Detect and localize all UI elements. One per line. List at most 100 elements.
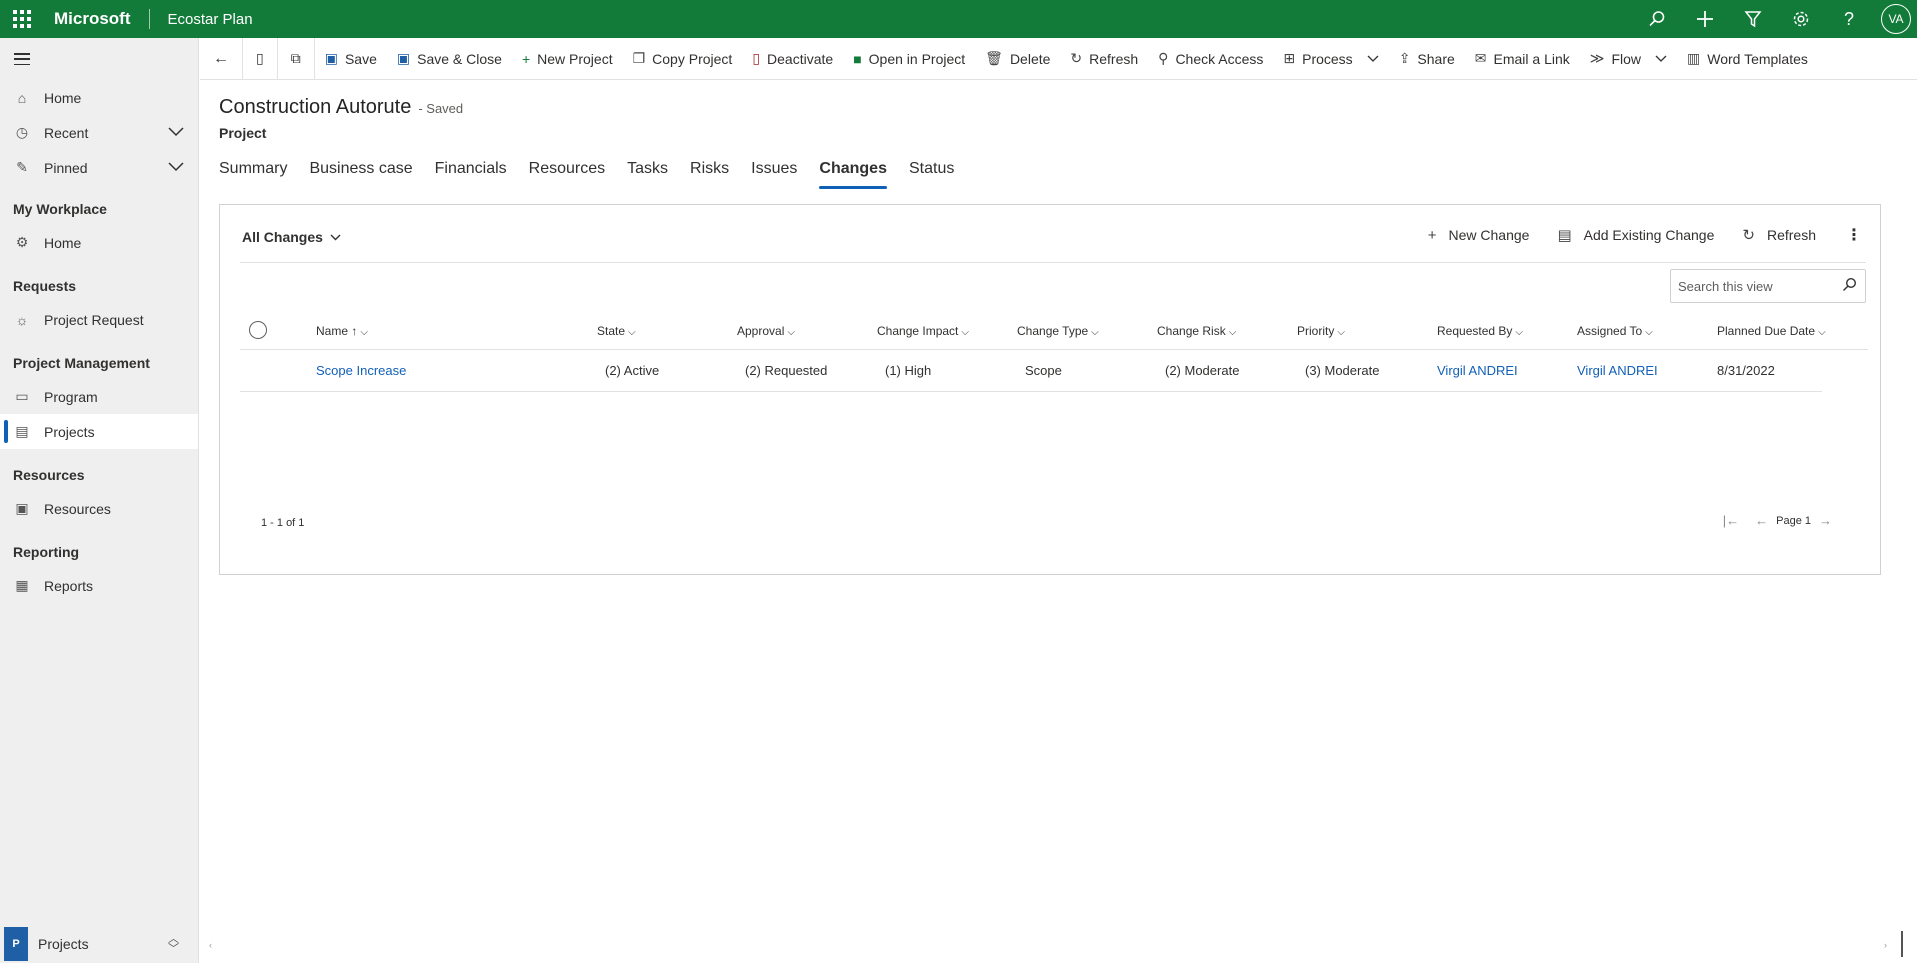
back-button[interactable]: ← xyxy=(200,38,243,79)
tab-business-case[interactable]: Business case xyxy=(309,160,412,190)
flow-button[interactable]: ≫ Flow xyxy=(1580,38,1677,79)
brand-name[interactable]: Microsoft xyxy=(44,9,150,29)
column-header-priority[interactable]: Priority ⌵ xyxy=(1297,324,1345,338)
copy-project-button[interactable]: ❐ Copy Project xyxy=(623,38,743,79)
gear-icon[interactable] xyxy=(1777,0,1825,38)
chevron-down-icon xyxy=(330,230,341,244)
sidebar-item-reports[interactable]: ▦ Reports xyxy=(0,568,198,603)
process-button[interactable]: ⊞ Process xyxy=(1273,38,1388,79)
sidebar-item-label: Reports xyxy=(44,577,94,594)
chevron-down-icon: ⌵ xyxy=(961,327,969,338)
sort-ascending-icon: ↑ xyxy=(351,324,358,338)
avatar[interactable]: VA xyxy=(1881,4,1911,34)
email-link-button[interactable]: ✉ Email a Link xyxy=(1465,38,1580,79)
search-input[interactable] xyxy=(1671,278,1831,294)
new-project-button[interactable]: + New Project xyxy=(512,38,623,79)
open-in-project-button[interactable]: ■ Open in Project xyxy=(843,38,975,79)
column-header-change-type[interactable]: Change Type ⌵ xyxy=(1017,324,1099,338)
cell-approval: (2) Requested xyxy=(745,363,828,378)
save-button[interactable]: ▣ Save xyxy=(315,38,387,79)
check-access-button[interactable]: ⚲ Check Access xyxy=(1148,38,1273,79)
column-header-state[interactable]: State ⌵ xyxy=(597,324,636,338)
word-templates-button[interactable]: ▥ Word Templates xyxy=(1677,38,1818,79)
filter-icon[interactable] xyxy=(1729,0,1777,38)
tab-issues[interactable]: Issues xyxy=(751,160,797,190)
search-icon[interactable] xyxy=(1842,277,1857,296)
column-label: Name xyxy=(316,324,349,338)
open-new-window-button[interactable]: ⧉ xyxy=(278,38,315,79)
new-change-button[interactable]: + New Change xyxy=(1428,227,1530,244)
tab-risks[interactable]: Risks xyxy=(690,160,729,190)
sidebar-item-home[interactable]: ⌂ Home xyxy=(0,80,198,115)
save-close-button[interactable]: ▣ Save & Close xyxy=(387,38,512,79)
scroll-left-icon[interactable]: ‹ xyxy=(209,940,212,950)
deactivate-button[interactable]: ▯ Deactivate xyxy=(742,38,843,79)
horizontal-scrollbar[interactable]: ‹ › xyxy=(205,931,1905,957)
hamburger-button[interactable] xyxy=(0,38,198,80)
sidebar-item-workplace-home[interactable]: ⚙ Home xyxy=(0,225,198,260)
view-selector[interactable]: All Changes xyxy=(242,229,341,245)
chevron-down-icon: ⌵ xyxy=(1228,327,1237,338)
column-header-planned-due-date[interactable]: Planned Due Date ⌵ xyxy=(1717,324,1826,338)
column-header-change-impact[interactable]: Change Impact ⌵ xyxy=(877,324,969,338)
chevron-down-icon[interactable] xyxy=(1367,52,1379,66)
refresh-button[interactable]: ↻ Refresh xyxy=(1060,38,1148,79)
chevron-down-icon: ⌵ xyxy=(1515,327,1523,338)
column-header-change-risk[interactable]: Change Risk ⌵ xyxy=(1157,324,1236,338)
tab-changes[interactable]: Changes xyxy=(819,160,887,190)
cell-requested-by-link[interactable]: Virgil ANDREI xyxy=(1437,363,1518,378)
app-launcher-button[interactable] xyxy=(0,0,44,38)
previous-page-icon[interactable]: ← xyxy=(1755,513,1768,528)
add-existing-change-button[interactable]: ▤ Add Existing Change xyxy=(1557,226,1714,244)
tab-summary[interactable]: Summary xyxy=(219,160,287,190)
record-set-button[interactable]: ▯ xyxy=(243,38,278,79)
area-switcher[interactable]: P Projects ︿ ﹀ xyxy=(0,925,199,963)
chevron-down-icon[interactable] xyxy=(168,159,184,175)
command-bar: ← ▯ ⧉ ▣ Save ▣ Save & Close + New Projec… xyxy=(200,38,1917,80)
sidebar-item-pinned[interactable]: ✎ Pinned xyxy=(0,150,198,185)
tab-financials[interactable]: Financials xyxy=(435,160,507,190)
select-all-checkbox[interactable] xyxy=(249,321,267,339)
scroll-right-icon[interactable]: › xyxy=(1884,940,1887,950)
subgrid-refresh-button[interactable]: ↻ Refresh xyxy=(1742,226,1816,244)
sidebar-item-project-request[interactable]: ☼ Project Request xyxy=(0,302,198,337)
sidebar-item-recent[interactable]: ◷ Recent xyxy=(0,115,198,150)
cell-name-link[interactable]: Scope Increase xyxy=(316,363,406,378)
cell-change-type: Scope xyxy=(1025,363,1062,378)
scrollbar-thumb[interactable] xyxy=(1901,931,1903,957)
app-name[interactable]: Ecostar Plan xyxy=(150,11,253,28)
chevron-down-icon[interactable] xyxy=(168,124,184,140)
column-header-assigned-to[interactable]: Assigned To ⌵ xyxy=(1577,324,1653,338)
form-tabs: Summary Business case Financials Resourc… xyxy=(219,160,976,192)
table-row[interactable]: Scope Increase (2) Active (2) Requested … xyxy=(240,350,1822,392)
column-label: Approval xyxy=(737,324,785,338)
share-button[interactable]: ⇪ Share xyxy=(1389,38,1465,79)
header-actions: ? VA xyxy=(1633,0,1917,38)
sidebar-item-program[interactable]: ▭ Program xyxy=(0,379,198,414)
sidebar-item-label: Recent xyxy=(44,124,89,141)
chevron-down-icon: ⌵ xyxy=(360,327,368,338)
plus-icon[interactable] xyxy=(1681,0,1729,38)
first-page-icon[interactable]: |← xyxy=(1723,513,1739,528)
tab-resources[interactable]: Resources xyxy=(529,160,605,190)
cell-assigned-to-link[interactable]: Virgil ANDREI xyxy=(1577,363,1658,378)
sidebar-item-projects[interactable]: ▤ Projects xyxy=(0,414,198,449)
chevron-down-icon[interactable] xyxy=(1655,52,1667,66)
column-header-requested-by[interactable]: Requested By ⌵ xyxy=(1437,324,1523,338)
help-icon[interactable]: ? xyxy=(1825,0,1873,38)
entity-name: Project xyxy=(219,125,267,141)
hamburger-icon xyxy=(14,53,30,65)
tab-status[interactable]: Status xyxy=(909,160,954,190)
save-label: Save xyxy=(344,50,377,67)
more-commands-icon[interactable]: ⋮ xyxy=(1846,225,1862,245)
sidebar-item-label: Program xyxy=(44,388,98,405)
column-header-approval[interactable]: Approval ⌵ xyxy=(737,324,795,338)
sidebar-item-resources[interactable]: ▣ Resources xyxy=(0,491,198,526)
delete-button[interactable]: 🗑 Delete xyxy=(975,38,1060,79)
column-header-name[interactable]: Name ↑ ⌵ xyxy=(316,324,368,338)
tab-tasks[interactable]: Tasks xyxy=(627,160,668,190)
search-icon[interactable] xyxy=(1633,0,1681,38)
next-page-icon[interactable]: → xyxy=(1819,513,1832,528)
chevron-down-icon: ⌵ xyxy=(1818,327,1826,338)
process-icon: ⊞ xyxy=(1283,50,1296,66)
